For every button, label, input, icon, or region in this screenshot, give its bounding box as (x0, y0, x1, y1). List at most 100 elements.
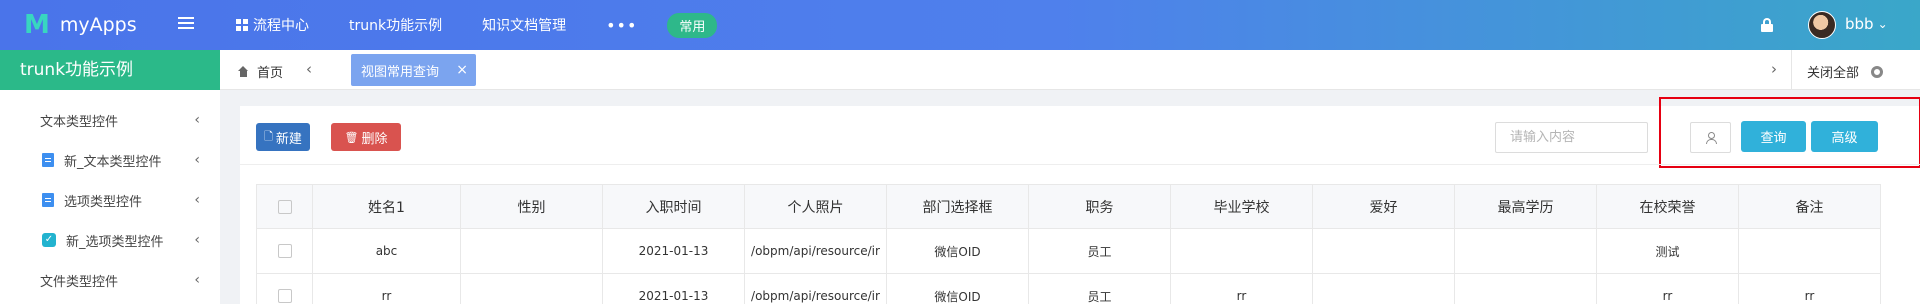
gear-icon[interactable] (1871, 65, 1884, 78)
new-button[interactable]: 🗋 新建 (256, 123, 310, 151)
table-cell: /obpm/api/resource/ir (744, 273, 887, 304)
table-cell (1170, 228, 1313, 274)
data-table: 姓名1 性别 入职时间 个人照片 部门选择框 职务 毕业学校 爱好 最高学历 在… (256, 184, 1881, 304)
nav-item-label: 知识文档管理 (482, 18, 567, 34)
chevron-left-icon: ‹ (194, 152, 200, 168)
divider (240, 164, 1920, 165)
tab-view-query[interactable]: 视图常用查询 × (351, 54, 476, 86)
table-cell (1312, 228, 1455, 274)
table-cell: 员工 (1028, 273, 1171, 304)
trash-icon: 🗑 (344, 130, 359, 144)
row-checkbox[interactable] (277, 244, 292, 259)
table-cell: 员工 (1028, 228, 1171, 274)
table-cell: 微信OID (886, 273, 1029, 304)
row-select-cell (256, 228, 313, 274)
divider (1791, 50, 1792, 90)
column-header[interactable]: 在校荣誉 (1596, 184, 1739, 229)
chevron-right-icon[interactable]: › (1771, 60, 1777, 78)
sidebar-item-label: 选项类型控件 (64, 194, 143, 210)
table-cell (1454, 273, 1597, 304)
user-icon (1705, 132, 1717, 144)
table-cell: 2021-01-13 (602, 228, 745, 274)
tab-home[interactable]: 首页 (238, 62, 283, 81)
chevron-down-icon: ⌄ (1877, 17, 1888, 31)
table-cell (1312, 273, 1455, 304)
close-all-label: 关闭全部 (1807, 66, 1860, 81)
chevron-left-icon[interactable]: ‹ (306, 60, 312, 78)
chevron-left-icon: ‹ (194, 272, 200, 288)
nav-item-label: 流程中心 (253, 18, 309, 34)
sidebar: trunk功能示例 文本类型控件 ‹ 新_文本类型控件 ‹ 选项类型控件 ‹ ✓… (0, 50, 220, 304)
column-header[interactable]: 性别 (460, 184, 603, 229)
sidebar-title: trunk功能示例 (0, 50, 220, 90)
app-name: myApps (59, 14, 137, 36)
column-header[interactable]: 最高学历 (1454, 184, 1597, 229)
column-header[interactable]: 爱好 (1312, 184, 1455, 229)
app-logo[interactable]: M myApps (24, 12, 137, 38)
sidebar-item-label: 文件类型控件 (40, 274, 119, 290)
file-icon: 🗋 (264, 129, 273, 143)
table-cell[interactable]: rr (312, 273, 461, 304)
row-checkbox[interactable] (277, 289, 292, 304)
sidebar-item-label: 新_选项类型控件 (66, 234, 164, 250)
top-nav: 流程中心 trunk功能示例 知识文档管理 ••• 常用 (236, 0, 718, 50)
nav-item-process-center[interactable]: 流程中心 (236, 15, 309, 35)
sidebar-item-new-option-controls[interactable]: ✓ 新_选项类型控件 ‹ (0, 228, 220, 252)
menu-toggle-icon[interactable] (178, 17, 194, 31)
table-cell[interactable]: abc (312, 228, 461, 274)
nav-item-label: trunk功能示例 (349, 18, 443, 34)
column-header[interactable]: 备注 (1738, 184, 1881, 229)
delete-button[interactable]: 🗑 删除 (331, 123, 401, 151)
close-icon[interactable]: × (456, 62, 468, 78)
username: bbb (1845, 15, 1874, 33)
table-cell (460, 228, 603, 274)
chevron-left-icon: ‹ (194, 232, 200, 248)
table-row[interactable]: abc 2021-01-13 /obpm/api/resource/ir 微信O… (256, 228, 1881, 274)
favorites-pill[interactable]: 常用 (667, 12, 718, 38)
nav-item-trunk-demo[interactable]: trunk功能示例 (349, 15, 442, 35)
close-all-button[interactable]: 关闭全部 (1807, 62, 1884, 81)
table-cell: rr (1170, 273, 1313, 304)
search-input[interactable] (1495, 122, 1648, 153)
table-row[interactable]: rr 2021-01-13 /obpm/api/resource/ir 微信OI… (256, 273, 1881, 304)
view-panel: 🗋 新建 🗑 删除 查询 高级 姓名1 性别 入职时间 个人照片 部门选择框 (240, 97, 1920, 304)
column-header[interactable]: 个人照片 (744, 184, 887, 229)
chevron-left-icon: ‹ (194, 112, 200, 128)
column-header[interactable]: 姓名1 (312, 184, 461, 229)
chevron-left-icon: ‹ (194, 192, 200, 208)
table-cell (1738, 228, 1881, 274)
column-header[interactable]: 部门选择框 (886, 184, 1029, 229)
more-menu-icon[interactable]: ••• (606, 16, 637, 35)
select-all-checkbox[interactable] (277, 199, 292, 214)
nav-item-knowledge-docs[interactable]: 知识文档管理 (482, 15, 566, 35)
tab-label: 视图常用查询 (361, 64, 440, 80)
column-header[interactable]: 职务 (1028, 184, 1171, 229)
table-header-row: 姓名1 性别 入职时间 个人照片 部门选择框 职务 毕业学校 爱好 最高学历 在… (256, 184, 1881, 229)
query-button-label: 查询 (1760, 131, 1787, 146)
document-icon (42, 153, 54, 167)
column-header[interactable]: 入职时间 (602, 184, 745, 229)
table-cell: 测试 (1596, 228, 1739, 274)
tab-home-label: 首页 (257, 66, 284, 81)
sidebar-item-new-text-controls[interactable]: 新_文本类型控件 ‹ (0, 148, 220, 172)
sidebar-item-option-controls[interactable]: 选项类型控件 ‹ (0, 188, 220, 212)
top-navbar: M myApps 流程中心 trunk功能示例 知识文档管理 ••• 常用 bb… (0, 0, 1920, 50)
document-icon (42, 193, 54, 207)
sidebar-item-label: 文本类型控件 (40, 114, 119, 130)
advanced-button-label: 高级 (1831, 131, 1858, 146)
avatar[interactable] (1808, 11, 1836, 39)
table-cell (460, 273, 603, 304)
checkbox-icon: ✓ (42, 233, 56, 247)
user-menu[interactable]: bbb ⌄ (1845, 15, 1888, 33)
table-cell (1454, 228, 1597, 274)
column-header[interactable]: 毕业学校 (1170, 184, 1313, 229)
user-select-button[interactable] (1690, 122, 1731, 153)
logo-mark-icon: M (24, 10, 50, 40)
query-button[interactable]: 查询 (1741, 121, 1806, 152)
advanced-button[interactable]: 高级 (1811, 121, 1878, 152)
sidebar-item-file-controls[interactable]: 文件类型控件 ‹ (0, 268, 220, 292)
lock-icon[interactable] (1761, 18, 1773, 32)
select-all-cell (256, 184, 313, 229)
table-cell: rr (1596, 273, 1739, 304)
sidebar-item-text-controls[interactable]: 文本类型控件 ‹ (0, 108, 220, 132)
